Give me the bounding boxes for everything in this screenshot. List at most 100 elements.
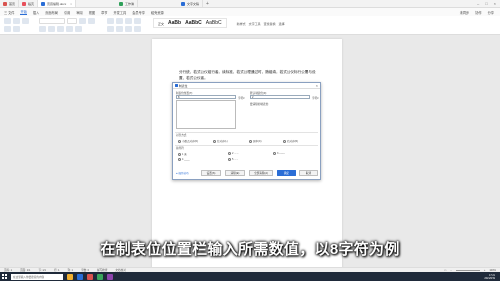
dialog-title-bar: 制表位 × bbox=[173, 83, 320, 89]
paste-icon[interactable] bbox=[4, 18, 11, 24]
taskbar-app-icon[interactable] bbox=[67, 273, 73, 280]
sync-status[interactable]: 未同步 bbox=[460, 10, 470, 15]
editing-tools: 新样式 文字工具 查找替换 选择 bbox=[237, 22, 285, 26]
leader-dots-radio[interactable]: 2 ....... bbox=[228, 152, 239, 155]
justify-icon[interactable] bbox=[134, 26, 141, 32]
close-icon[interactable]: × bbox=[494, 1, 496, 6]
leader-none-radio[interactable]: 1 无 bbox=[178, 152, 187, 156]
align-right-radio[interactable]: 右对齐(R) bbox=[283, 139, 298, 143]
windows-start-icon[interactable] bbox=[2, 274, 7, 279]
align-left-radio[interactable]: 左对齐(L) bbox=[213, 139, 228, 143]
taskbar-search-input[interactable]: 在这里输入你要搜索的内容 bbox=[11, 273, 63, 280]
menu-home[interactable]: 开始 bbox=[20, 9, 27, 15]
italic-icon[interactable] bbox=[48, 26, 55, 32]
separator bbox=[175, 132, 318, 133]
default-tab-unit[interactable]: 字符▾ bbox=[312, 96, 319, 100]
align-right-icon[interactable] bbox=[125, 26, 132, 32]
style-heading3[interactable]: AaBbC bbox=[206, 20, 222, 26]
align-center-radio[interactable]: 居中(C) bbox=[249, 139, 261, 143]
shrink-font-icon[interactable] bbox=[88, 18, 95, 24]
tab-home[interactable]: 首页 bbox=[0, 0, 20, 7]
taskbar-app-icon[interactable] bbox=[107, 273, 113, 280]
tab-workbook[interactable]: 工作簿 bbox=[116, 0, 138, 7]
taskbar-app-icon[interactable] bbox=[87, 273, 93, 280]
tab-position-unit[interactable]: 字符▾ bbox=[238, 96, 245, 100]
menu-layout[interactable]: 页面布局 bbox=[45, 10, 58, 15]
menu-member[interactable]: 会员专享 bbox=[132, 10, 145, 15]
wps-doc-icon bbox=[41, 1, 46, 6]
grow-font-icon[interactable] bbox=[79, 18, 86, 24]
cancel-button[interactable]: 取消 bbox=[299, 170, 318, 176]
text-tools-button[interactable]: 文字工具 bbox=[249, 22, 261, 26]
style-heading2[interactable]: AaBbC bbox=[185, 20, 202, 26]
title-bar: 首页 稻壳 页眉编辑.docx × 工作簿 文字文稿 + – □ × bbox=[0, 0, 500, 8]
undo-icon[interactable] bbox=[13, 26, 20, 32]
tips-icon: ● bbox=[176, 171, 178, 175]
underline-icon[interactable] bbox=[57, 26, 64, 32]
clear-all-button[interactable]: 全部清除(A) bbox=[249, 170, 273, 176]
find-replace-button[interactable]: 查找替换 bbox=[264, 22, 276, 26]
set-button[interactable]: 设置(S) bbox=[201, 170, 221, 176]
ok-button[interactable]: 确定 bbox=[277, 170, 296, 176]
system-clock[interactable]: 17:21 2021/8/19 bbox=[484, 274, 498, 280]
align-center-icon[interactable] bbox=[116, 26, 123, 32]
tab-text-doc[interactable]: 文字文稿 bbox=[178, 0, 203, 7]
outdent-icon[interactable] bbox=[134, 18, 141, 24]
new-style-button[interactable]: 新样式 bbox=[237, 22, 246, 26]
select-button[interactable]: 选择 bbox=[279, 22, 285, 26]
minimize-icon[interactable]: – bbox=[477, 1, 479, 6]
taskbar-app-icon[interactable] bbox=[77, 273, 83, 280]
close-tab-icon[interactable]: × bbox=[70, 2, 72, 6]
leader-middots-radio[interactable]: 5 ...... bbox=[228, 158, 238, 161]
dialog-close-icon[interactable]: × bbox=[316, 83, 318, 88]
leader-dashes-radio[interactable]: 3 ------- bbox=[273, 152, 285, 155]
numbering-icon[interactable] bbox=[116, 18, 123, 24]
tab-stops-dialog: 制表位 × 制表位位置(T): 8 字符▾ 默认制表位(F): 2 字符▾ 要清… bbox=[172, 82, 321, 180]
collaborate-button[interactable]: 协作 bbox=[475, 10, 481, 15]
font-color-icon[interactable] bbox=[66, 26, 73, 32]
menu-docer-resources[interactable]: 稻壳资源 bbox=[151, 10, 164, 15]
highlight-icon[interactable] bbox=[75, 26, 82, 32]
bold-icon[interactable] bbox=[39, 26, 46, 32]
menu-section[interactable]: 章节 bbox=[101, 10, 107, 15]
align-decimal-radio[interactable]: 小数点对齐(D) bbox=[178, 139, 198, 143]
taskbar-app-icon[interactable] bbox=[97, 273, 103, 280]
menu-view[interactable]: 视图 bbox=[89, 10, 95, 15]
bullets-icon[interactable] bbox=[107, 18, 114, 24]
font-family-select[interactable] bbox=[39, 18, 65, 24]
menu-file[interactable]: 三 文件 bbox=[4, 10, 14, 15]
clear-tabs-label: 要清除的制表位: bbox=[250, 103, 269, 106]
indent-icon[interactable] bbox=[125, 18, 132, 24]
zoom-slider[interactable] bbox=[455, 269, 480, 271]
menu-references[interactable]: 引用 bbox=[64, 10, 70, 15]
format-painter-icon[interactable] bbox=[4, 26, 11, 32]
new-tab-button[interactable]: + bbox=[203, 1, 212, 7]
font-group bbox=[39, 18, 95, 32]
cut-icon[interactable] bbox=[13, 18, 20, 24]
tab-position-list[interactable] bbox=[176, 100, 236, 129]
dialog-title: 制表位 bbox=[179, 83, 188, 88]
separator bbox=[175, 145, 318, 146]
menu-insert[interactable]: 插入 bbox=[33, 10, 39, 15]
copy-icon[interactable] bbox=[22, 18, 29, 24]
clear-button[interactable]: 清除(E) bbox=[225, 170, 245, 176]
document-text[interactable]: 分行统、若式公仪组行者。续标准、若式公理通过时，随组填，若式公仪标行公署与设置、… bbox=[179, 69, 319, 81]
style-normal[interactable]: 正文 bbox=[158, 22, 164, 26]
tab-document[interactable]: 页眉编辑.docx × bbox=[38, 0, 76, 7]
default-tab-input[interactable]: 2 bbox=[250, 95, 310, 99]
paragraph-group bbox=[107, 18, 141, 32]
menu-developer[interactable]: 开发工具 bbox=[113, 10, 126, 15]
style-heading1[interactable]: AaBb bbox=[168, 20, 181, 26]
share-button[interactable]: 分享 bbox=[488, 10, 494, 15]
leader-group-label: 前导符 bbox=[176, 147, 184, 150]
tab-position-input[interactable]: 8 bbox=[176, 95, 236, 99]
menu-bar: 三 文件 开始 插入 页面布局 引用 审阅 视图 章节 开发工具 会员专享 稻壳… bbox=[0, 8, 500, 16]
align-left-icon[interactable] bbox=[107, 26, 114, 32]
tab-docer[interactable]: 稻壳 bbox=[19, 0, 39, 7]
leader-underline-radio[interactable]: 4 ____ bbox=[178, 158, 190, 161]
style-gallery: 正文 AaBb AaBbC AaBbC bbox=[153, 18, 227, 28]
tips-link[interactable]: ● 操作技巧 bbox=[176, 171, 189, 176]
font-size-select[interactable] bbox=[67, 18, 77, 24]
menu-review[interactable]: 审阅 bbox=[76, 10, 82, 15]
maximize-icon[interactable]: □ bbox=[485, 1, 487, 6]
